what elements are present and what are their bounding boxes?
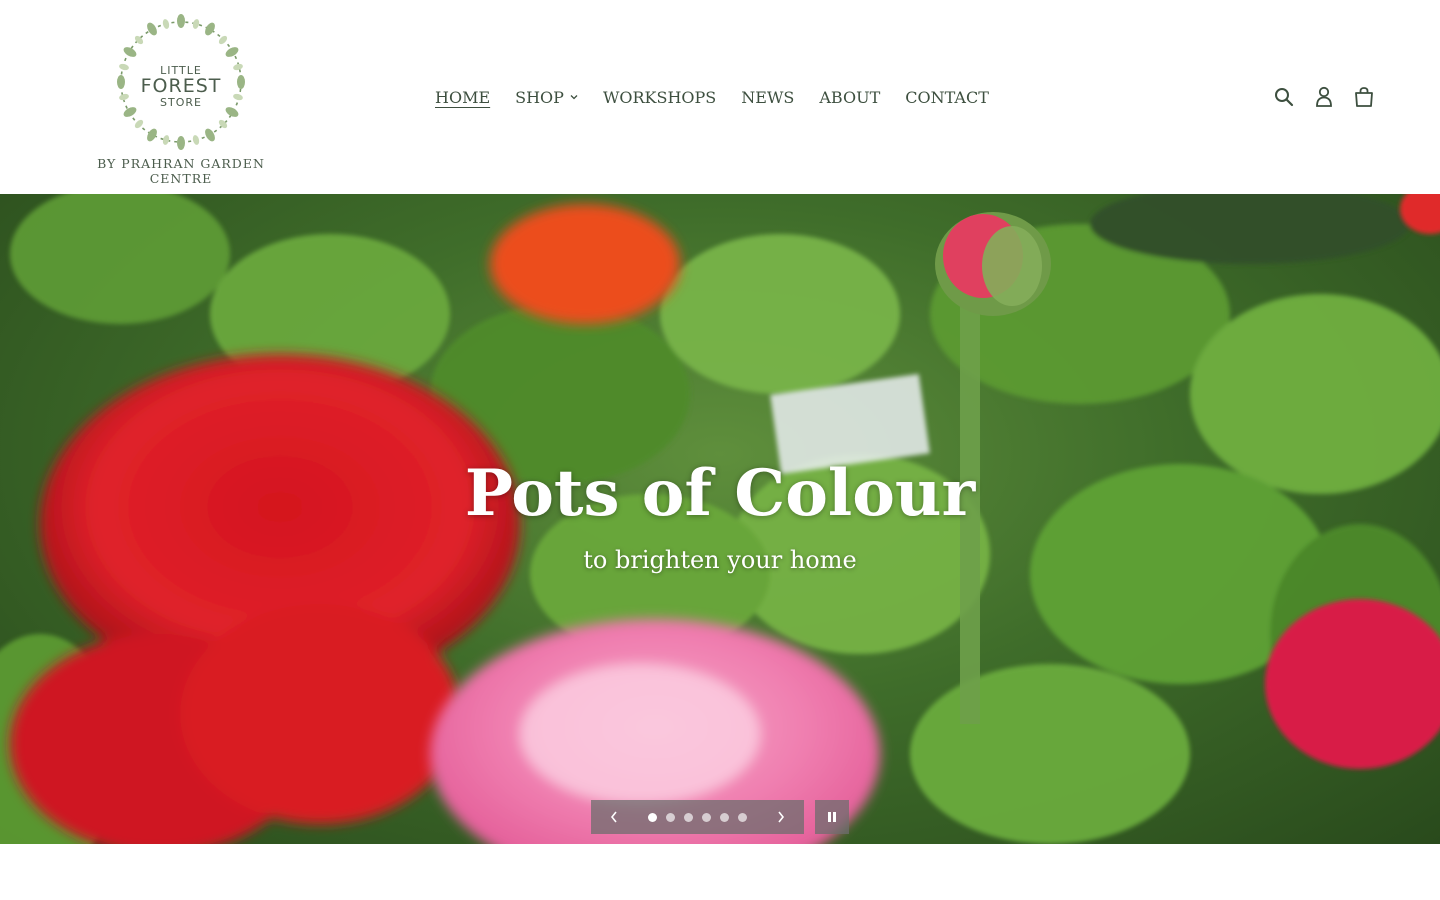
chevron-left-icon [610, 811, 617, 823]
nav-item-label: NEWS [741, 87, 795, 107]
nav-item-shop[interactable]: SHOP [515, 88, 578, 107]
nav-item-workshops[interactable]: WORKSHOPS [603, 88, 716, 107]
chevron-down-icon [570, 95, 578, 100]
header-icons [1256, 84, 1376, 110]
nav-item-news[interactable]: NEWS [741, 88, 794, 107]
next-slide-button[interactable] [774, 810, 788, 824]
slide-dot-3[interactable] [684, 812, 693, 822]
pause-icon [828, 812, 836, 822]
nav-item-label: ABOUT [819, 87, 881, 107]
account-button[interactable] [1312, 84, 1336, 110]
search-button[interactable] [1272, 84, 1296, 110]
logo-text-forest: FOREST [140, 75, 222, 97]
slide-dot-1[interactable] [648, 812, 657, 822]
account-icon [1316, 86, 1332, 107]
logo-text-store: STORE [160, 96, 202, 109]
nav-item-home[interactable]: HOME [435, 88, 490, 107]
site-header: LITTLE FOREST STORE BY PRAHRAN GARDEN CE… [0, 0, 1440, 194]
slideshow-controls [591, 800, 804, 834]
hero-slideshow: Pots of Colour to brighten your home [0, 194, 1440, 844]
chevron-right-icon [778, 811, 785, 823]
slide-dot-4[interactable] [702, 812, 711, 822]
slide-dots [644, 812, 752, 822]
pause-slideshow-button[interactable] [815, 800, 849, 834]
search-icon [1275, 88, 1294, 107]
nav-item-label: HOME [435, 87, 491, 107]
slide-dot-5[interactable] [720, 812, 729, 822]
hero-title: Pots of Colour [464, 456, 976, 531]
nav-item-about[interactable]: ABOUT [819, 88, 880, 107]
nav-item-label: SHOP [515, 87, 564, 107]
slide-dot-2[interactable] [666, 812, 675, 822]
logo-tagline: BY PRAHRAN GARDEN CENTRE [97, 156, 265, 186]
nav-item-label: WORKSHOPS [602, 87, 717, 107]
main-nav: HOME SHOP WORKSHOPS NEWS ABOUT CONTACT [435, 84, 1014, 110]
nav-item-label: CONTACT [905, 87, 989, 107]
cart-button[interactable] [1352, 84, 1376, 110]
store-logo[interactable]: LITTLE FOREST STORE BY PRAHRAN GARDEN CE… [66, 14, 296, 186]
slide-dot-6[interactable] [738, 812, 747, 822]
hero-subtitle: to brighten your home [583, 546, 857, 574]
nav-item-contact[interactable]: CONTACT [905, 88, 989, 107]
previous-slide-button[interactable] [607, 810, 621, 824]
cart-icon [1355, 87, 1373, 107]
